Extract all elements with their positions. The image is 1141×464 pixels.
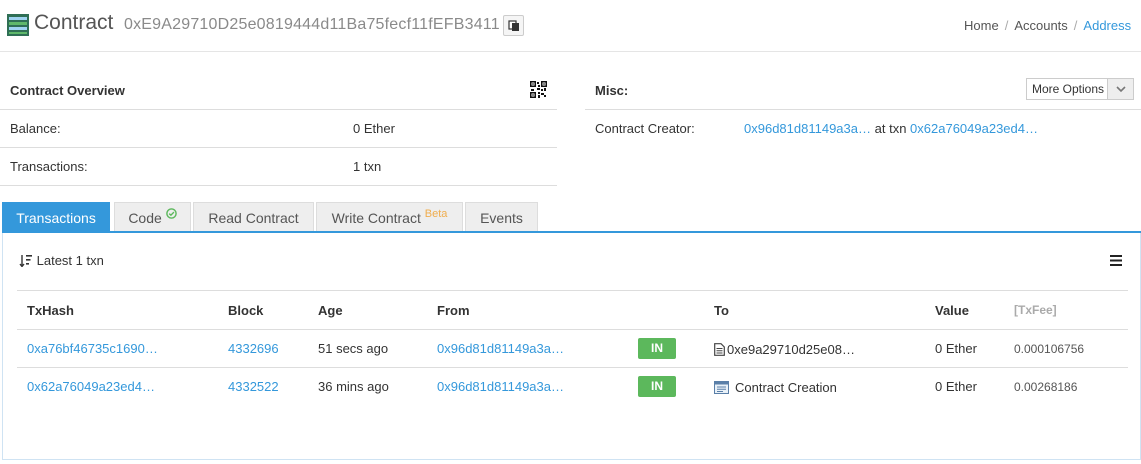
- table-row: 0x62a76049a23ed4… 4332522 36 mins ago 0x…: [17, 368, 1128, 406]
- tab-bar: Transactions Code Read Contract Write Co…: [2, 202, 1141, 233]
- misc-header: Misc: More Options: [585, 70, 1141, 110]
- txhash-link[interactable]: 0xa76bf46735c1690…: [27, 341, 158, 356]
- qr-code-icon[interactable]: [530, 81, 547, 98]
- copy-icon: [508, 20, 519, 31]
- table-header-row: TxHash Block Age From To Value [TxFee]: [17, 290, 1128, 330]
- copy-address-button[interactable]: [503, 15, 524, 36]
- tab-label: Code: [128, 210, 162, 226]
- contract-overview-panel: Contract Overview Balance: 0 Ether Trans…: [0, 70, 557, 186]
- page-title: Contract: [34, 11, 114, 34]
- column-header-txfee[interactable]: [TxFee]: [1004, 290, 1128, 330]
- direction-badge: IN: [638, 376, 676, 398]
- column-header-direction: [628, 290, 704, 330]
- to-contract-creation: Contract Creation: [735, 379, 837, 395]
- transactions-value: 1 txn: [353, 159, 382, 174]
- menu-icon[interactable]: [1110, 255, 1122, 266]
- tab-transactions[interactable]: Transactions: [2, 202, 110, 231]
- transactions-row: Transactions: 1 txn: [0, 148, 557, 186]
- direction-badge: IN: [638, 338, 676, 359]
- tab-write-contract[interactable]: Write Contract Beta: [316, 202, 463, 231]
- at-txn-text: at txn: [874, 121, 907, 136]
- misc-heading: Misc:: [595, 83, 629, 98]
- overview-heading: Contract Overview: [10, 83, 125, 98]
- chevron-down-icon: [1107, 79, 1133, 99]
- transactions-label: Transactions:: [10, 159, 88, 174]
- txhash-link[interactable]: 0x62a76049a23ed4…: [27, 379, 155, 394]
- breadcrumb: Home / Accounts / Address: [964, 18, 1131, 33]
- tab-label: Read Contract: [208, 210, 299, 226]
- verified-check-icon: [165, 208, 177, 219]
- latest-txn-text: Latest 1 txn: [36, 253, 104, 268]
- tab-code[interactable]: Code: [114, 202, 191, 231]
- breadcrumb-separator: /: [1073, 18, 1078, 33]
- creator-label: Contract Creator:: [595, 121, 695, 136]
- breadcrumb-address: Address: [1083, 18, 1132, 33]
- contract-creation-icon: [714, 380, 729, 394]
- creator-address-link[interactable]: 0x96d81d81149a3a…: [744, 121, 871, 136]
- txfee-cell: 0.00268186: [1014, 379, 1078, 394]
- from-address-link[interactable]: 0x96d81d81149a3a…: [437, 341, 564, 356]
- tab-label: Events: [480, 210, 523, 226]
- latest-txn-summary: Latest 1 txn: [19, 252, 104, 268]
- contract-logo-icon: [7, 14, 29, 36]
- tab-read-contract[interactable]: Read Contract: [193, 202, 314, 231]
- more-options-label: More Options: [1032, 82, 1105, 96]
- overview-header: Contract Overview: [0, 70, 557, 110]
- age-cell: 51 secs ago: [308, 329, 427, 368]
- to-address: 0xe9a29710d25e08…: [727, 341, 855, 357]
- transactions-panel: Latest 1 txn TxHash Block Age From To Va…: [2, 233, 1141, 460]
- column-header-to: To: [704, 290, 925, 330]
- contract-address: 0xE9A29710D25e0819444d11Ba75fecf11fEFB34…: [124, 16, 500, 33]
- column-header-txhash: TxHash: [17, 290, 218, 330]
- column-header-age: Age: [308, 290, 427, 330]
- page-header: Contract 0xE9A29710D25e0819444d11Ba75fec…: [0, 0, 1141, 52]
- more-options-dropdown[interactable]: More Options: [1026, 78, 1134, 100]
- column-header-from: From: [427, 290, 628, 330]
- beta-badge: Beta: [424, 208, 448, 220]
- creator-txn-link[interactable]: 0x62a76049a23ed4…: [910, 121, 1038, 136]
- txfee-cell: 0.000106756: [1004, 329, 1128, 368]
- value-cell: 0 Ether: [935, 379, 977, 395]
- contract-document-icon: [714, 342, 725, 356]
- value-cell: 0 Ether: [925, 329, 1004, 368]
- breadcrumb-accounts[interactable]: Accounts: [1014, 18, 1067, 33]
- transactions-table: TxHash Block Age From To Value [TxFee] 0…: [17, 290, 1128, 406]
- breadcrumb-home[interactable]: Home: [964, 18, 999, 33]
- table-row: 0xa76bf46735c1690… 4332696 51 secs ago 0…: [17, 329, 1128, 368]
- block-link[interactable]: 4332696: [228, 341, 279, 356]
- balance-value: 0 Ether: [353, 121, 395, 136]
- balance-label: Balance:: [10, 121, 61, 136]
- breadcrumb-separator: /: [1004, 18, 1009, 33]
- age-cell: 36 mins ago: [318, 379, 389, 395]
- tab-label: Write Contract: [331, 210, 421, 226]
- balance-row: Balance: 0 Ether: [0, 110, 557, 148]
- column-header-block: Block: [218, 290, 308, 330]
- contract-creator-row: Contract Creator: 0x96d81d81149a3a… at t…: [585, 110, 1141, 148]
- tab-events[interactable]: Events: [465, 202, 538, 231]
- sort-descending-icon: [19, 255, 32, 268]
- block-link[interactable]: 4332522: [228, 379, 279, 394]
- misc-panel: Misc: More Options Contract Creator: 0x9…: [585, 70, 1141, 148]
- column-header-value: Value: [925, 290, 1004, 330]
- from-address-link[interactable]: 0x96d81d81149a3a…: [437, 379, 564, 394]
- tab-label: Transactions: [16, 210, 96, 226]
